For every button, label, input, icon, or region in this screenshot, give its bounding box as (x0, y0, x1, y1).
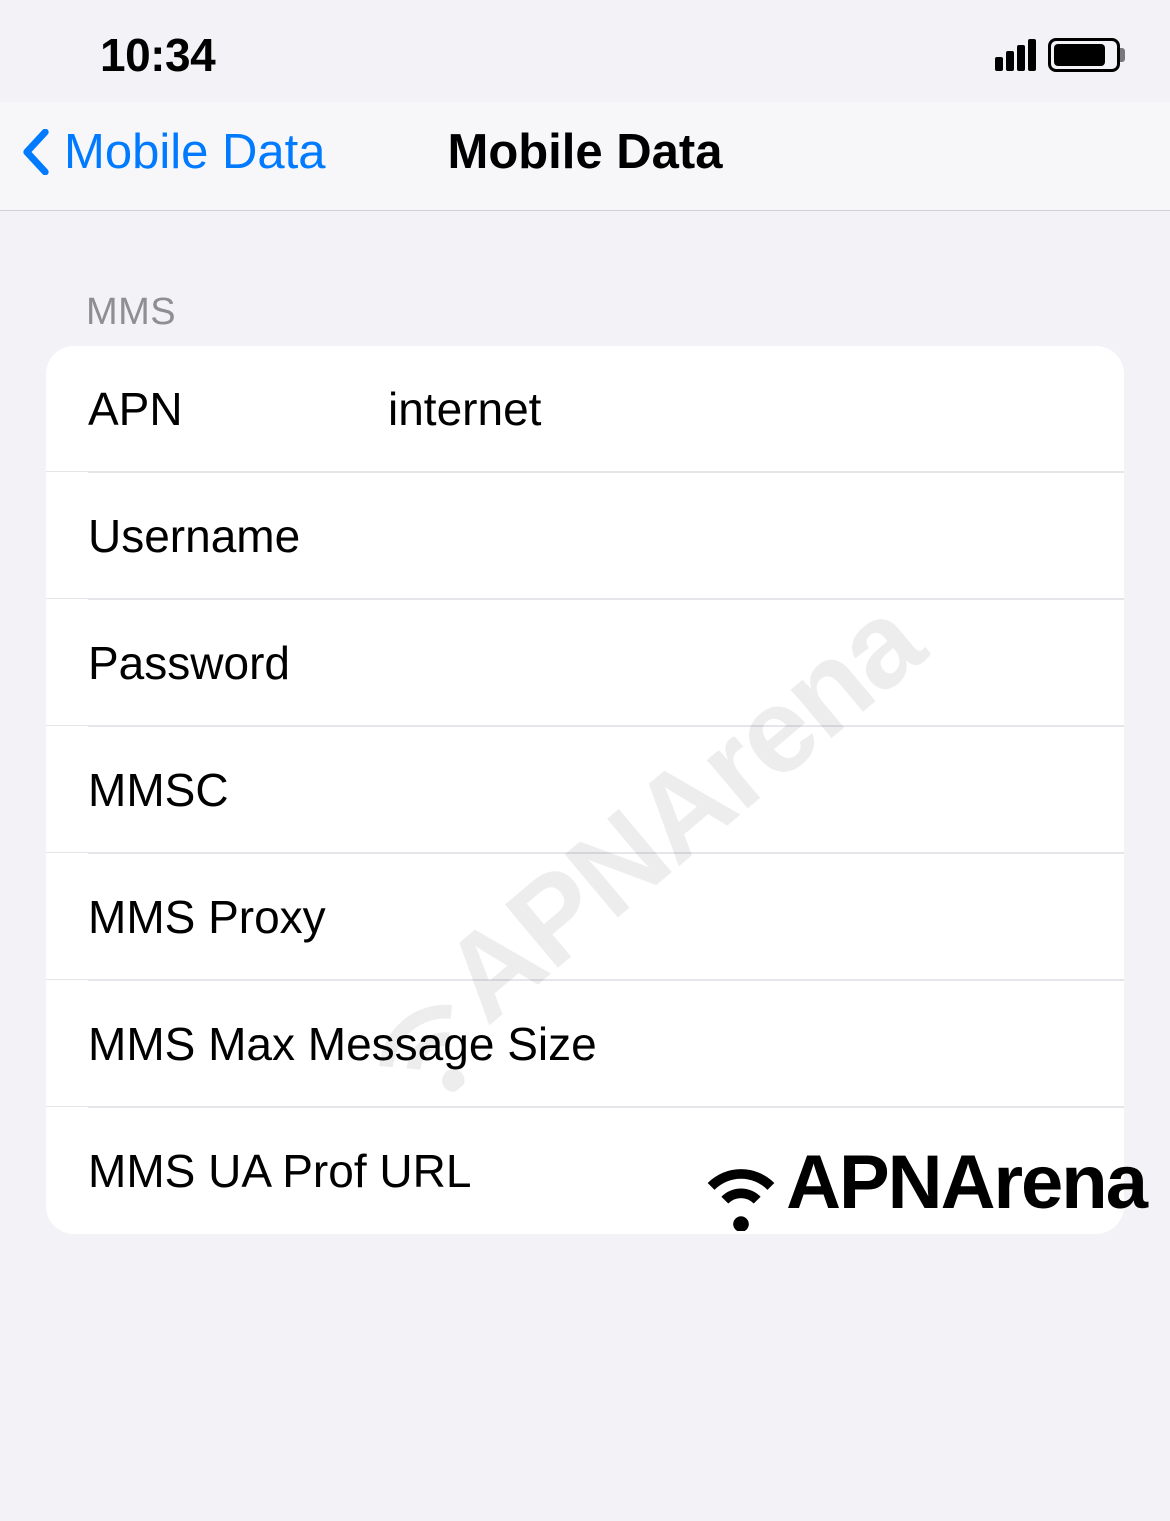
back-button[interactable]: Mobile Data (22, 124, 325, 180)
settings-group-mms: APN Username Password MMSC MMS Proxy MMS… (46, 346, 1124, 1234)
status-bar: 10:34 (0, 0, 1170, 102)
input-password[interactable] (388, 636, 1124, 690)
signal-icon (995, 39, 1036, 71)
input-apn[interactable] (388, 382, 1124, 436)
input-mms-max-size[interactable] (597, 1017, 1124, 1071)
status-time: 10:34 (100, 28, 215, 82)
label-mmsc: MMSC (88, 763, 388, 817)
content: MMS APN Username Password MMSC MMS Proxy (0, 211, 1170, 1234)
branding-logo: APNArena (692, 1133, 1146, 1231)
chevron-left-icon (22, 129, 50, 175)
input-mms-proxy[interactable] (388, 890, 1124, 944)
label-apn: APN (88, 382, 388, 436)
row-password[interactable]: Password (46, 600, 1124, 726)
status-indicators (995, 38, 1120, 72)
row-mmsc[interactable]: MMSC (46, 727, 1124, 853)
nav-bar: Mobile Data Mobile Data (0, 102, 1170, 211)
label-mms-ua-prof-url: MMS UA Prof URL (88, 1144, 471, 1198)
row-apn[interactable]: APN (46, 346, 1124, 472)
label-mms-max-size: MMS Max Message Size (88, 1017, 597, 1071)
label-password: Password (88, 636, 388, 690)
row-mms-proxy[interactable]: MMS Proxy (46, 854, 1124, 980)
row-mms-max-size[interactable]: MMS Max Message Size (46, 981, 1124, 1107)
section-header-mms: MMS (46, 211, 1124, 346)
battery-icon (1048, 38, 1120, 72)
back-label: Mobile Data (64, 124, 325, 180)
input-mmsc[interactable] (388, 763, 1124, 817)
wifi-icon (692, 1133, 790, 1231)
label-mms-proxy: MMS Proxy (88, 890, 388, 944)
input-username[interactable] (388, 509, 1124, 563)
label-username: Username (88, 509, 388, 563)
row-username[interactable]: Username (46, 473, 1124, 599)
